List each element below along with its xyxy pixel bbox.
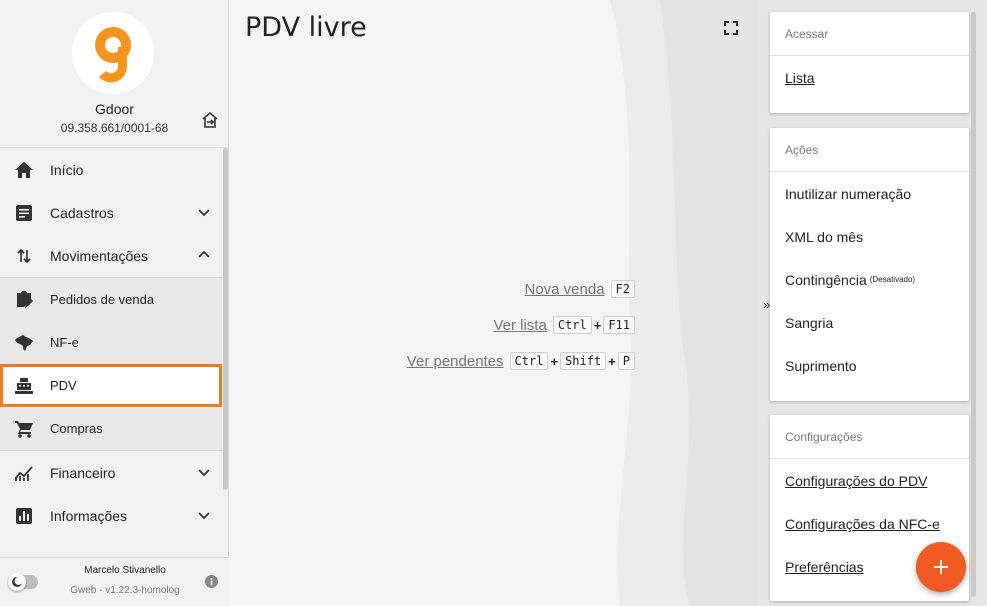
cart-icon [14,419,34,439]
key-ctrl: Ctrl [509,352,549,370]
profile-section: Gdoor 09.358.661/0001-68 [0,0,228,148]
sidebar-item-financeiro[interactable]: Financeiro [0,451,222,494]
action-lista[interactable]: Lista [770,56,969,99]
card-acessar: Acessar Lista [770,12,969,113]
nova-venda-link[interactable]: Nova venda [524,281,604,298]
switch-company-icon[interactable] [200,110,220,130]
panel-scrollbar[interactable] [971,12,976,597]
key-f11: F11 [603,316,635,334]
key-p: P [617,352,635,370]
company-name: Gdoor [95,101,134,117]
company-cnpj: 09.358.661/0001-68 [60,121,169,135]
action-sangria[interactable]: Sangria [770,301,969,344]
card-header: Acessar [770,12,969,56]
chevron-down-icon [198,469,210,477]
action-suprimento[interactable]: Suprimento [770,344,969,387]
plus-icon [934,560,948,574]
card-acoes: Ações Inutilizar numeração XML do mês Co… [770,128,969,401]
sidebar-menu: Início Cadastros Movimentações Pedidos d… [0,148,222,537]
dark-mode-toggle[interactable] [8,573,38,591]
sidebar-item-cadastros[interactable]: Cadastros [0,191,222,234]
action-inutilizar-numeracao[interactable]: Inutilizar numeração [770,172,969,215]
sidebar-item-pedidos-de-venda[interactable]: Pedidos de venda [0,278,222,321]
add-button[interactable] [916,542,966,592]
action-configuracoes-nfce[interactable]: Configurações da NFC-e [770,502,969,545]
sidebar-item-label: Cadastros [50,204,114,221]
info-icon[interactable] [205,575,218,588]
sidebar-item-label: Pedidos de venda [50,292,155,307]
clipboard-edit-icon [14,290,34,310]
shortcut-ver-lista: Ver lista Ctrl + F11 [493,316,635,334]
cash-register-icon [14,376,34,396]
sidebar-item-pdv[interactable]: PDV [0,364,222,407]
home-icon [14,160,34,180]
chevron-down-icon [198,512,210,520]
chevron-up-icon [198,250,210,258]
action-contingencia[interactable]: Contingência (Desativado) [770,258,969,301]
sidebar-item-label: Movimentações [50,247,149,264]
shortcut-ver-pendentes: Ver pendentes Ctrl + Shift + P [407,352,635,370]
plus-sign: + [608,353,616,369]
key-ctrl: Ctrl [552,316,592,334]
sidebar-scrollbar[interactable] [223,148,228,490]
sidebar-item-label: Informações [50,507,128,524]
sidebar: Gdoor 09.358.661/0001-68 Início Cadastro… [0,0,229,606]
plus-sign: + [550,353,559,369]
document-icon [14,203,34,223]
card-header: Configurações [770,415,969,459]
gdoor-logo [72,12,154,94]
key-shift: Shift [560,352,607,370]
main-content: PDV livre Nova venda F2 Ver lista Ctrl +… [230,0,757,606]
plus-sign: + [593,317,602,333]
sidebar-item-informacoes[interactable]: Informações [0,494,222,537]
sidebar-item-label: Compras [50,421,103,436]
action-xml-do-mes[interactable]: XML do mês [770,215,969,258]
sidebar-item-movimentacoes[interactable]: Movimentações [0,234,222,277]
background-decoration [610,0,757,606]
sidebar-footer: Marcelo Stivanello Gweb - v1.22.3-homolo… [0,557,229,606]
sidebar-item-label: NF-e [50,335,79,350]
sidebar-item-label: Financeiro [50,464,116,481]
sidebar-item-label: Início [50,161,84,178]
finance-chart-icon [14,463,34,483]
brazil-map-icon [14,333,34,353]
shortcut-nova-venda: Nova venda F2 [524,280,635,298]
ver-lista-link[interactable]: Ver lista [493,317,546,334]
swap-vertical-icon [14,246,34,266]
app-version: Gweb - v1.22.3-homolog [70,585,180,596]
key-f2: F2 [610,280,635,298]
disabled-note: (Desativado) [869,275,916,284]
page-title: PDV livre [245,12,367,43]
sidebar-item-label: PDV [50,378,77,393]
ver-pendentes-link[interactable]: Ver pendentes [407,353,504,370]
user-name: Marcelo Stivanello [84,565,166,576]
sidebar-item-nfe[interactable]: NF-e [0,321,222,364]
sidebar-item-compras[interactable]: Compras [0,407,222,450]
card-header: Ações [770,128,969,172]
action-configuracoes-pdv[interactable]: Configurações do PDV [770,459,969,502]
movimentacoes-submenu: Pedidos de venda NF-e PDV Compras [0,277,222,451]
fullscreen-icon[interactable] [724,21,738,35]
bar-chart-icon [14,506,34,526]
sidebar-item-inicio[interactable]: Início [0,148,222,191]
chevron-down-icon [198,209,210,217]
moon-icon [8,573,26,591]
